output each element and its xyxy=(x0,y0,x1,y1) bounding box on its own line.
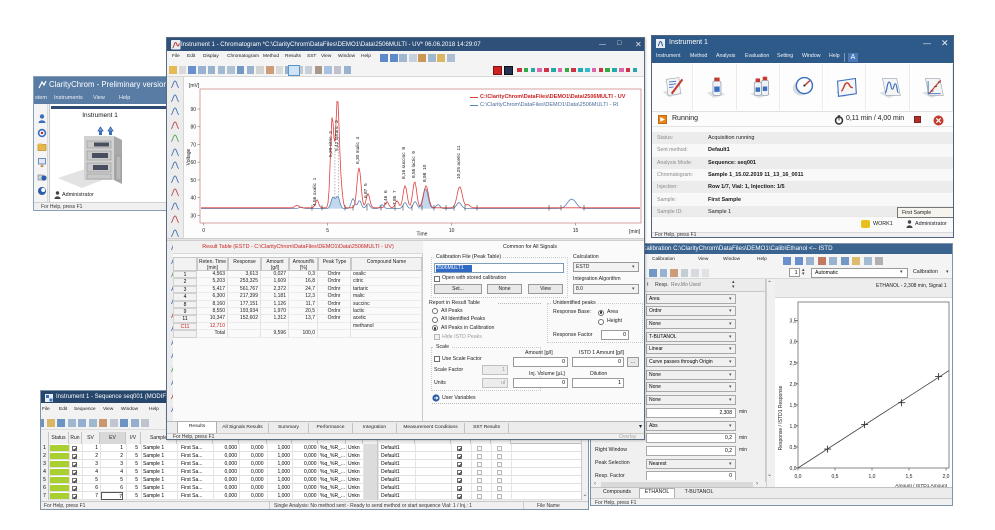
svg-text:0,5: 0,5 xyxy=(832,474,839,480)
svg-text:2,0: 2,0 xyxy=(790,382,797,388)
svg-text:70: 70 xyxy=(190,142,196,148)
svg-text:0,0: 0,0 xyxy=(795,474,802,480)
svg-text:1,5: 1,5 xyxy=(790,403,797,409)
svg-text:50: 50 xyxy=(190,178,196,184)
svg-text:[mV]: [mV] xyxy=(189,83,200,89)
svg-text:40: 40 xyxy=(190,196,196,202)
svg-text:Time: Time xyxy=(417,232,428,238)
svg-text:Response / ISTD1 Response: Response / ISTD1 Response xyxy=(778,385,784,450)
svg-text:3,0: 3,0 xyxy=(790,340,797,346)
svg-text:0,5: 0,5 xyxy=(790,445,797,451)
svg-text:[min]: [min] xyxy=(629,229,640,235)
svg-text:Voltage: Voltage xyxy=(186,148,192,165)
svg-text:1,0: 1,0 xyxy=(790,424,797,430)
svg-text:15: 15 xyxy=(573,228,579,234)
svg-text:2,0: 2,0 xyxy=(943,474,950,480)
svg-text:1,5: 1,5 xyxy=(906,474,913,480)
svg-text:80: 80 xyxy=(190,125,196,131)
svg-text:2,5: 2,5 xyxy=(790,361,797,367)
svg-text:3,5: 3,5 xyxy=(790,319,797,325)
svg-text:1,0: 1,0 xyxy=(869,474,876,480)
svg-text:0: 0 xyxy=(202,228,205,234)
svg-text:30: 30 xyxy=(190,213,196,219)
svg-text:10: 10 xyxy=(449,228,455,234)
svg-text:5: 5 xyxy=(326,228,329,234)
svg-text:90: 90 xyxy=(190,107,196,113)
svg-text:0,0: 0,0 xyxy=(790,466,797,472)
